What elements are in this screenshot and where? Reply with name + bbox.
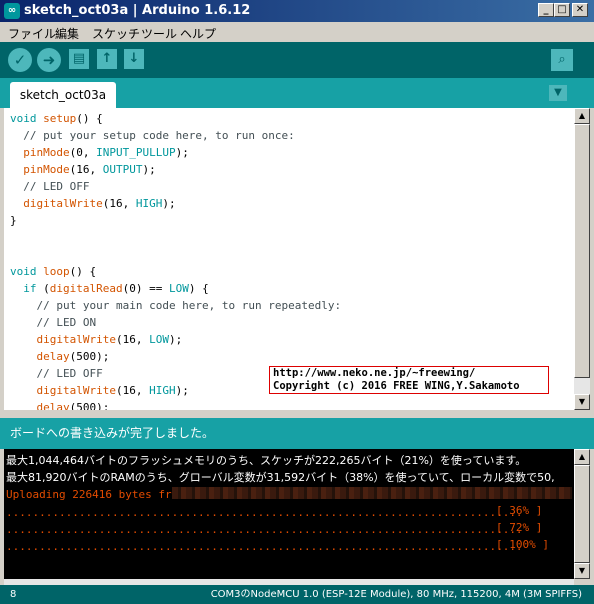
maximize-button[interactable]: □ (554, 3, 570, 17)
bottom-status-bar: 8 COM3のNodeMCU 1.0 (ESP-12E Module), 80 … (0, 585, 594, 604)
console-dots: ........................................… (6, 523, 523, 536)
code-line: digitalWrite(16, LOW); (36, 333, 183, 346)
menu-tools[interactable]: ツール (141, 25, 177, 42)
scroll-down-icon[interactable]: ▼ (574, 394, 590, 410)
editor-scroll-thumb[interactable] (574, 124, 590, 378)
pane-divider[interactable] (0, 410, 594, 418)
code-line: } (10, 214, 17, 227)
code-line: pinMode(16, OUTPUT); (23, 163, 156, 176)
code-line: digitalWrite(16, HIGH); (36, 384, 189, 397)
console-line: 最大1,044,464バイトのフラッシュメモリのうち、スケッチが222,265バ… (6, 454, 527, 467)
magnifier-icon[interactable]: ⌕ (551, 49, 573, 71)
code-line: delay(500); (36, 350, 110, 363)
board-info: COM3のNodeMCU 1.0 (ESP-12E Module), 80 MH… (210, 589, 582, 600)
toolbar: ✓ ➜ ▤ ↑ ↓ ⌕ (0, 42, 594, 78)
watermark: http://www.neko.ne.jp/~freewing/ Copyrig… (269, 366, 549, 394)
code-line: // LED OFF (10, 367, 103, 380)
editor-scrollbar[interactable]: ▲ ▼ (574, 108, 590, 410)
console-dots: ........................................… (6, 540, 523, 553)
code-line: // put your setup code here, to run once… (10, 129, 295, 142)
code-line: // LED OFF (10, 180, 90, 193)
console-line: Uploading 226416 bytes from (6, 488, 185, 501)
watermark-url: http://www.neko.ne.jp/~freewing/ (273, 367, 476, 379)
code-line: void setup() { (10, 112, 103, 125)
code-line: if (digitalRead(0) == LOW) { (23, 282, 209, 295)
open-icon[interactable]: ↑ (97, 49, 117, 69)
console-dots: ........................................… (6, 506, 523, 519)
tab-sketch[interactable]: sketch_oct03a (10, 82, 116, 108)
menu-sketch[interactable]: スケッチ (92, 25, 140, 42)
console-noise (172, 487, 572, 499)
arduino-logo-icon: ∞ (4, 3, 20, 19)
progress-36: [ 36% ] (496, 504, 543, 517)
console-line: 最大81,920バイトのRAMのうち、グローバル変数が31,592バイト（38%… (6, 471, 555, 484)
window-title: sketch_oct03a | Arduino 1.6.12 (24, 3, 251, 18)
console-output[interactable]: 最大1,044,464バイトのフラッシュメモリのうち、スケッチが222,265バ… (4, 449, 574, 579)
code-line: digitalWrite(16, HIGH); (23, 197, 176, 210)
title-bar: ∞ sketch_oct03a | Arduino 1.6.12 _ □ ✕ (0, 0, 594, 22)
menu-edit[interactable]: 編集 (55, 25, 79, 42)
check-icon[interactable]: ✓ (8, 48, 32, 72)
status-message: ボードへの書き込みが完了しました。 (0, 418, 594, 449)
menu-help[interactable]: ヘルプ (180, 25, 216, 42)
watermark-copyright: Copyright (c) 2016 FREE WING,Y.Sakamoto (273, 380, 520, 392)
code-line: // LED ON (10, 316, 97, 329)
scroll-down-icon[interactable]: ▼ (574, 563, 590, 579)
scroll-up-icon[interactable]: ▲ (574, 449, 590, 465)
scroll-up-icon[interactable]: ▲ (574, 108, 590, 124)
minimize-button[interactable]: _ (538, 3, 554, 17)
code-line: delay(500); (36, 401, 110, 410)
menu-bar: ファイル 編集 スケッチ ツール ヘルプ (0, 22, 594, 42)
code-line: void loop() { (10, 265, 97, 278)
code-line: // put your main code here, to run repea… (10, 299, 342, 312)
progress-100: [ 100% ] (496, 538, 549, 551)
console-scroll-thumb[interactable] (574, 465, 590, 563)
console-scrollbar[interactable]: ▲ ▼ (574, 449, 590, 579)
menu-file[interactable]: ファイル (8, 25, 56, 42)
close-button[interactable]: ✕ (572, 3, 588, 17)
new-file-icon[interactable]: ▤ (69, 49, 89, 69)
line-number: 8 (10, 589, 17, 600)
progress-72: [ 72% ] (496, 521, 543, 534)
code-line: pinMode(0, INPUT_PULLUP); (23, 146, 189, 159)
tab-bar: sketch_oct03a ▼ (0, 78, 594, 108)
code-editor[interactable]: void setup() { // put your setup code he… (4, 108, 574, 410)
chevron-down-icon[interactable]: ▼ (549, 85, 567, 101)
arrow-right-icon[interactable]: ➜ (37, 48, 61, 72)
save-icon[interactable]: ↓ (124, 49, 144, 69)
